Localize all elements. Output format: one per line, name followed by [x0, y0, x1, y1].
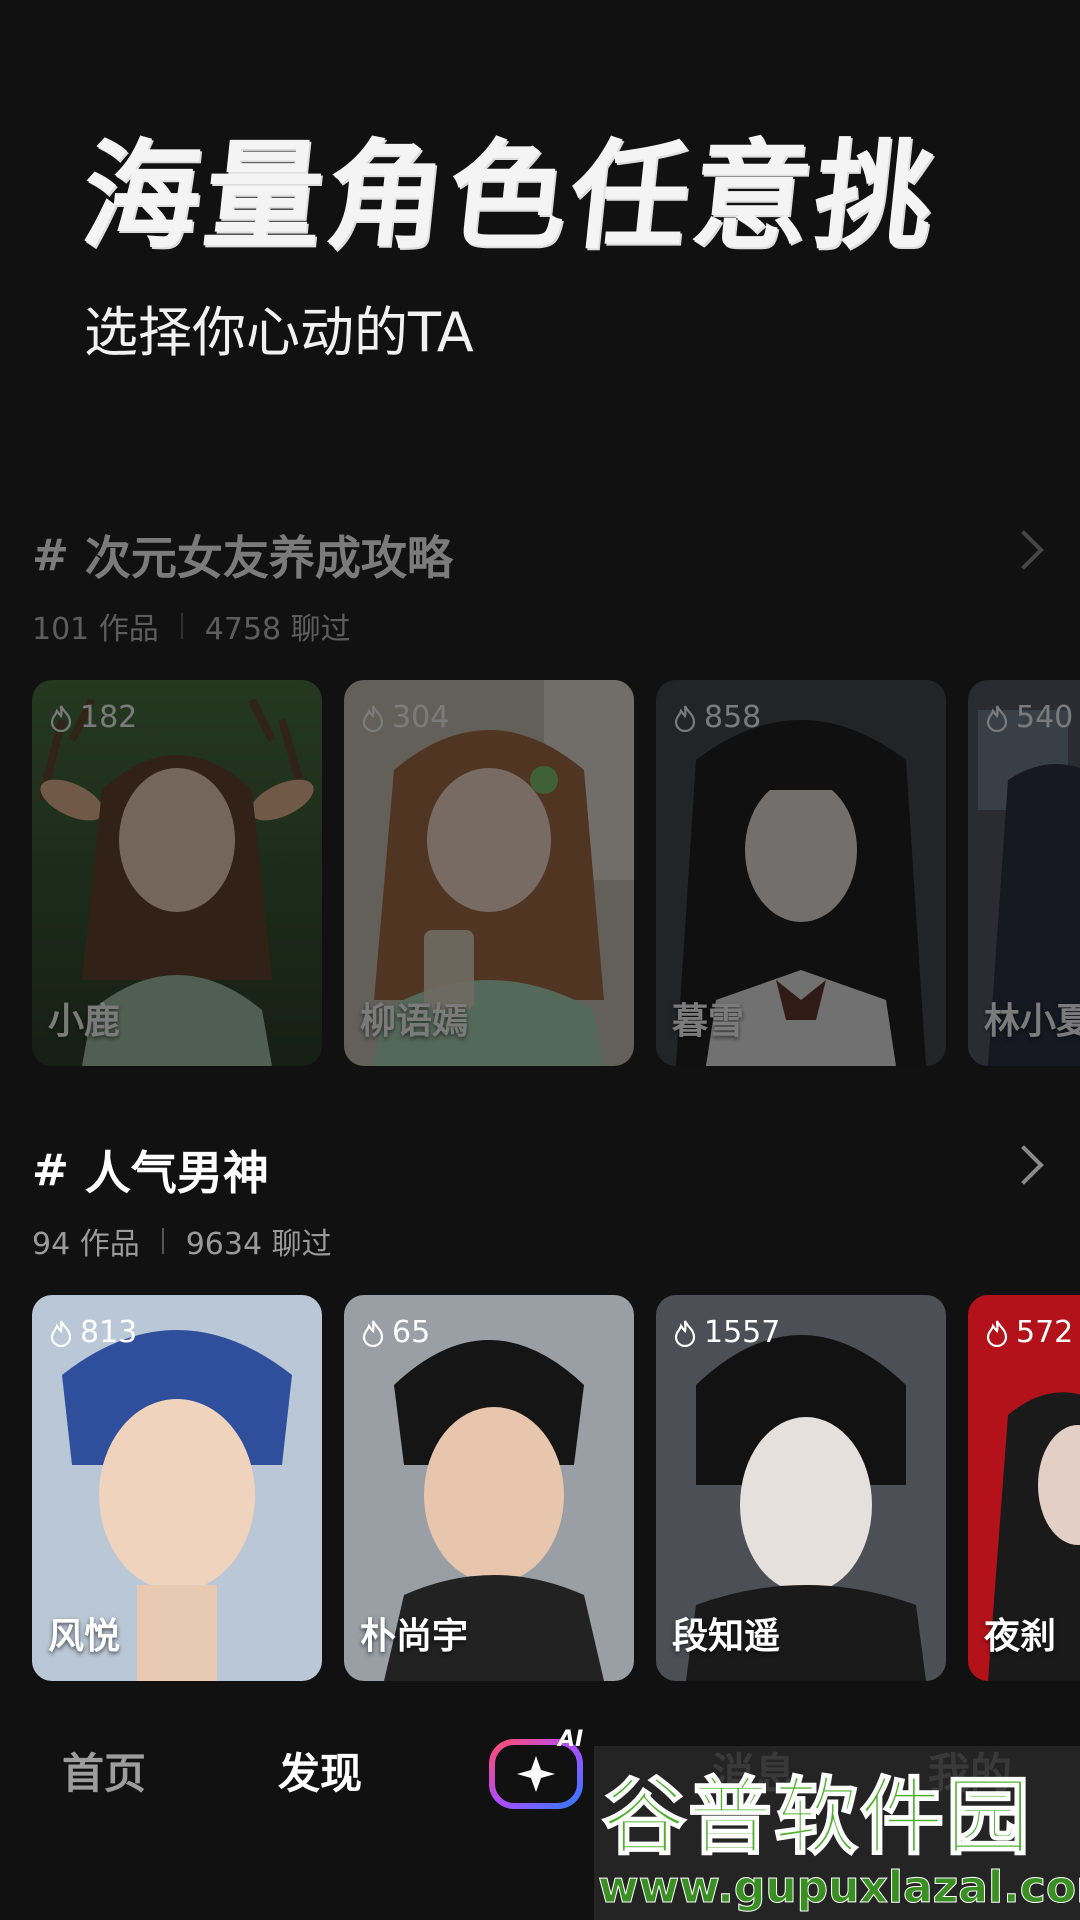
heat-count: 540	[1016, 700, 1074, 735]
character-card[interactable]: 813 风悦	[32, 1295, 322, 1681]
hash-icon: #	[32, 529, 69, 581]
character-name: 段知遥	[672, 1616, 781, 1657]
heat-count: 572	[1016, 1315, 1074, 1350]
character-name: 林小夏	[984, 1001, 1080, 1042]
heat-badge: 813	[50, 1315, 137, 1350]
section-title: 次元女友养成攻略	[84, 531, 453, 585]
character-card[interactable]: 304 柳语嫣	[344, 680, 634, 1066]
tab-discover[interactable]: 发现	[278, 1740, 362, 1801]
character-name: 风悦	[48, 1616, 121, 1657]
chats-count: 4758 聊过	[204, 612, 351, 647]
character-card[interactable]: 65 朴尚宇	[344, 1295, 634, 1681]
heat-count: 1557	[704, 1315, 781, 1350]
heat-badge: 858	[674, 700, 761, 735]
section-meta: 94 作品 9634 聊过	[32, 1219, 332, 1263]
card-row: 813 风悦 65 朴尚宇 1557 段知遥 572 夜刹	[32, 1295, 1080, 1681]
hero-subtitle: 选择你心动的TA	[84, 301, 474, 364]
heat-count: 65	[392, 1315, 431, 1350]
ai-create-button[interactable]: AI	[488, 1726, 592, 1810]
section-meta: 101 作品 4758 聊过	[32, 604, 351, 648]
watermark: 谷普软件园 www.gupuxlazal.com	[594, 1746, 1080, 1920]
heat-badge: 1557	[674, 1315, 780, 1350]
flame-icon	[986, 1319, 1008, 1347]
flame-icon	[362, 1319, 384, 1347]
heat-count: 813	[80, 1315, 138, 1350]
character-card[interactable]: 182 小鹿	[32, 680, 322, 1066]
heat-count: 182	[80, 700, 138, 735]
character-name: 朴尚宇	[360, 1616, 469, 1657]
character-name: 小鹿	[48, 1001, 121, 1042]
watermark-logo-text: 谷普软件园	[601, 1767, 1033, 1867]
section-header[interactable]: # 次元女友养成攻略	[32, 520, 453, 590]
heat-count: 304	[392, 700, 450, 735]
tab-home[interactable]: 首页	[62, 1740, 146, 1801]
heat-badge: 572	[986, 1315, 1073, 1350]
character-name: 夜刹	[984, 1616, 1057, 1657]
flame-icon	[50, 704, 72, 732]
flame-icon	[674, 704, 696, 732]
character-card[interactable]: 572 夜刹	[968, 1295, 1080, 1681]
section-title: 人气男神	[84, 1146, 269, 1200]
hero-title: 海量角色任意挑	[75, 127, 945, 265]
hero-banner: 海量角色任意挑 选择你心动的TA	[0, 0, 1080, 520]
divider	[180, 613, 183, 639]
heat-badge: 182	[50, 700, 137, 735]
section-header[interactable]: # 人气男神	[32, 1135, 269, 1205]
flame-icon	[50, 1319, 72, 1347]
flame-icon	[674, 1319, 696, 1347]
flame-icon	[986, 704, 1008, 732]
character-name: 暮雪	[672, 1001, 745, 1042]
heat-badge: 65	[362, 1315, 430, 1350]
works-count: 94 作品	[32, 1227, 140, 1262]
ai-label: AI	[556, 1727, 583, 1752]
hash-icon: #	[32, 1144, 69, 1196]
watermark-url: www.gupuxlazal.com	[598, 1862, 1080, 1914]
chevron-right-icon[interactable]	[1004, 530, 1044, 570]
heat-badge: 540	[986, 700, 1073, 735]
character-card[interactable]: 858 暮雪	[656, 680, 946, 1066]
flame-icon	[362, 704, 384, 732]
card-row: 182 小鹿 304 柳语嫣 858 暮雪 540 林小夏	[32, 680, 1080, 1066]
chevron-right-icon[interactable]	[1004, 1145, 1044, 1185]
divider	[161, 1228, 164, 1254]
character-name: 柳语嫣	[360, 1001, 469, 1042]
character-card[interactable]: 1557 段知遥	[656, 1295, 946, 1681]
character-card[interactable]: 540 林小夏	[968, 680, 1080, 1066]
chats-count: 9634 聊过	[185, 1227, 332, 1262]
heat-badge: 304	[362, 700, 449, 735]
sparkle-icon	[517, 1756, 555, 1792]
works-count: 101 作品	[32, 612, 159, 647]
heat-count: 858	[704, 700, 762, 735]
